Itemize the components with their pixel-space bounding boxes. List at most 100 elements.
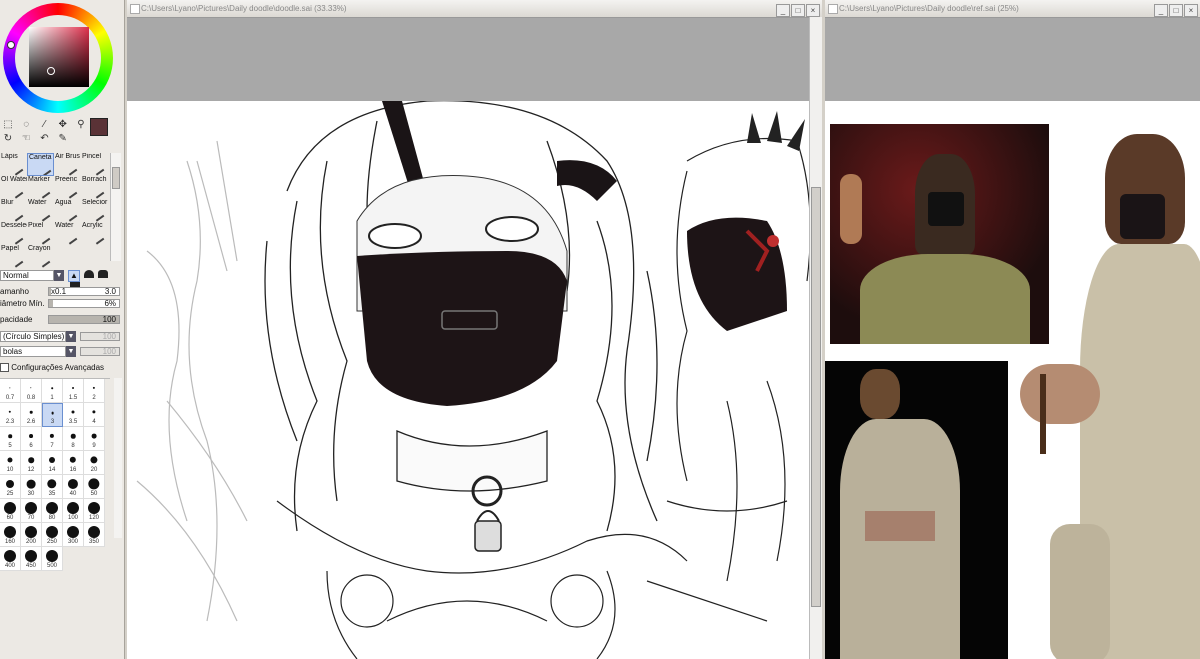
maximize-button[interactable]: □ xyxy=(1169,4,1183,17)
brush-size-cell[interactable]: 40 xyxy=(63,475,84,499)
brush-tool-17[interactable]: Crayon xyxy=(27,245,54,268)
brush-size-cell[interactable]: 7 xyxy=(42,427,63,451)
brush-size-cell[interactable]: 250 xyxy=(42,523,63,547)
window-titlebar[interactable]: C:\Users\Lyano\Pictures\Daily doodle\ref… xyxy=(825,0,1200,18)
minimize-button[interactable]: _ xyxy=(776,4,790,17)
magic-wand-icon[interactable]: ⁄ xyxy=(38,119,50,131)
zoom-icon[interactable]: ⚲ xyxy=(75,119,87,131)
brush-size-cell[interactable]: 0.7 xyxy=(0,379,21,403)
brush-size-cell[interactable]: 16 xyxy=(63,451,84,475)
brush-size-cell[interactable]: 80 xyxy=(42,499,63,523)
brush-size-cell[interactable]: 350 xyxy=(84,523,105,547)
blend-mode-select[interactable]: Normal xyxy=(0,270,54,281)
size-multiplier[interactable]: x0.1 xyxy=(51,286,66,298)
brush-size-cell[interactable]: 3.5 xyxy=(63,403,84,427)
color-wheel[interactable] xyxy=(3,3,113,113)
brush-tool-6[interactable]: Preenc xyxy=(54,176,81,199)
hue-selector[interactable] xyxy=(7,41,15,49)
brush-label: Marker xyxy=(28,176,50,183)
brush-tool-14[interactable]: Water xyxy=(54,222,81,245)
chevron-down-icon[interactable]: ▼ xyxy=(66,331,76,342)
brush-size-cell[interactable]: 35 xyxy=(42,475,63,499)
brush-size-cell[interactable]: 70 xyxy=(21,499,42,523)
minimize-button[interactable]: _ xyxy=(1154,4,1168,17)
chevron-down-icon[interactable]: ▼ xyxy=(54,270,64,281)
brush-size-cell[interactable]: 14 xyxy=(42,451,63,475)
texture-select[interactable]: bolas xyxy=(0,346,66,357)
brush-size-cell[interactable]: 20 xyxy=(84,451,105,475)
advanced-checkbox[interactable] xyxy=(0,363,9,373)
saturation-value-square[interactable] xyxy=(29,27,89,87)
brush-size-cell[interactable]: 2.6 xyxy=(21,403,42,427)
brush-size-cell[interactable]: 6 xyxy=(21,427,42,451)
close-button[interactable]: × xyxy=(806,4,820,17)
scroll-thumb[interactable] xyxy=(112,167,120,189)
close-button[interactable]: × xyxy=(1184,4,1198,17)
brush-tool-12[interactable]: Desselec xyxy=(0,222,27,245)
window-titlebar[interactable]: C:\Users\Lyano\Pictures\Daily doodle\doo… xyxy=(127,0,822,18)
brush-size-cell[interactable]: 10 xyxy=(0,451,21,475)
brush-tool-13[interactable]: Pixel xyxy=(27,222,54,245)
rect-select-icon[interactable]: ⬚ xyxy=(2,119,14,131)
brush-size-cell[interactable]: 160 xyxy=(0,523,21,547)
rotate-icon[interactable]: ↻ xyxy=(2,133,14,145)
drawing-canvas[interactable] xyxy=(127,101,810,659)
brush-scrollbar[interactable] xyxy=(110,153,121,261)
brush-size-cell[interactable]: 120 xyxy=(84,499,105,523)
brush-size-cell[interactable]: 30 xyxy=(21,475,42,499)
eyedropper-icon[interactable]: ✎ xyxy=(57,133,69,145)
brush-tool-16[interactable]: Papel xyxy=(0,245,27,268)
brush-size-cell[interactable]: 500 xyxy=(42,547,63,571)
brush-size-cell[interactable]: 3 xyxy=(42,403,63,427)
brush-size-cell[interactable]: 2.3 xyxy=(0,403,21,427)
shape-select[interactable]: (Círculo Simples) xyxy=(0,331,66,342)
brush-size-cell[interactable]: 60 xyxy=(0,499,21,523)
brush-tool-1[interactable]: Caneta xyxy=(27,153,54,176)
vertical-scrollbar[interactable] xyxy=(809,17,822,659)
brush-size-cell[interactable]: 400 xyxy=(0,547,21,571)
brush-tool-11[interactable]: Selecior xyxy=(81,199,108,222)
brush-size-cell[interactable]: 25 xyxy=(0,475,21,499)
brush-tool-9[interactable]: Water xyxy=(27,199,54,222)
lasso-icon[interactable]: ◌ xyxy=(20,119,32,131)
reference-canvas[interactable] xyxy=(825,101,1200,659)
brush-size-cell[interactable]: 5 xyxy=(0,427,21,451)
scroll-thumb[interactable] xyxy=(811,187,821,607)
size-slider[interactable]: x0.1 3.0 xyxy=(48,287,120,296)
brush-size-cell[interactable]: 100 xyxy=(63,499,84,523)
move-icon[interactable]: ✥ xyxy=(57,119,69,131)
brush-size-cell[interactable]: 50 xyxy=(84,475,105,499)
brush-size-cell[interactable]: 12 xyxy=(21,451,42,475)
panel-scrollbar[interactable] xyxy=(114,378,122,538)
brush-size-cell[interactable]: 450 xyxy=(21,547,42,571)
hand-icon[interactable]: ☜ xyxy=(20,133,32,145)
brush-size-cell[interactable]: 9 xyxy=(84,427,105,451)
brush-size-cell[interactable]: 2 xyxy=(84,379,105,403)
opacity-slider[interactable]: 100 xyxy=(48,315,120,324)
brush-size-cell[interactable]: 4 xyxy=(84,403,105,427)
brush-size-cell[interactable]: 8 xyxy=(63,427,84,451)
brush-tool-4[interactable]: Ol Water xyxy=(0,176,27,199)
brush-size-cell[interactable]: 200 xyxy=(21,523,42,547)
undo-rotate-icon[interactable]: ↶ xyxy=(38,133,50,145)
color-picker-cursor[interactable] xyxy=(47,67,55,75)
brush-tool-2[interactable]: Air Brus xyxy=(54,153,81,176)
advanced-label[interactable]: Configurações Avançadas xyxy=(11,363,104,372)
chevron-down-icon[interactable]: ▼ xyxy=(66,346,76,357)
texture-slider[interactable]: 100 xyxy=(80,347,120,356)
brush-tool-0[interactable]: Lápis xyxy=(0,153,27,176)
shape-slider[interactable]: 100 xyxy=(80,332,120,341)
brush-tool-10[interactable]: Água xyxy=(54,199,81,222)
brush-tool-3[interactable]: Pincel xyxy=(81,153,108,176)
primary-color-swatch[interactable] xyxy=(90,118,108,136)
brush-size-cell[interactable]: 0.8 xyxy=(21,379,42,403)
brush-size-cell[interactable]: 1 xyxy=(42,379,63,403)
maximize-button[interactable]: □ xyxy=(791,4,805,17)
brush-tool-5[interactable]: Marker xyxy=(27,176,54,199)
brush-tool-7[interactable]: Borrach xyxy=(81,176,108,199)
brush-size-cell[interactable]: 300 xyxy=(63,523,84,547)
min-diameter-slider[interactable]: 6% xyxy=(48,299,120,308)
brush-tool-15[interactable]: Acrylic xyxy=(81,222,108,245)
brush-tool-8[interactable]: Blur xyxy=(0,199,27,222)
brush-size-cell[interactable]: 1.5 xyxy=(63,379,84,403)
